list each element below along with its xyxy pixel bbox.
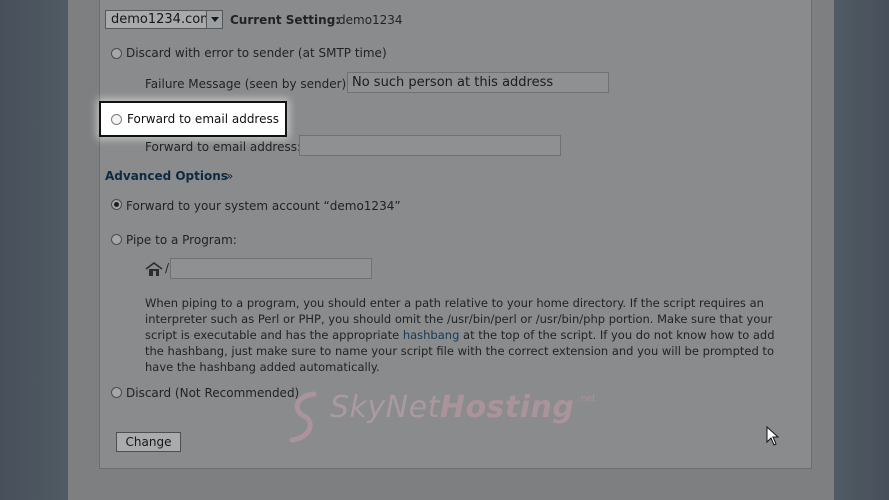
discard-error-label: Discard with error to sender (at SMTP ti… (126, 46, 387, 60)
pipe-program-input[interactable] (170, 258, 372, 279)
path-slash: / (165, 261, 170, 275)
failure-message-input[interactable]: No such person at this address (347, 72, 609, 93)
left-gutter (0, 0, 68, 500)
pipe-help-text: When piping to a program, you should ent… (145, 295, 775, 375)
hashbang-link[interactable]: hashbang (403, 328, 460, 342)
failure-message-value: No such person at this address (352, 75, 554, 90)
current-setting-label: Current Setting: (230, 13, 341, 27)
radio-pipe-program[interactable] (111, 234, 122, 245)
discard-label: Discard (Not Recommended) (126, 386, 300, 400)
radio-forward-system[interactable] (111, 199, 122, 210)
mouse-cursor-icon (766, 426, 780, 446)
domain-select-value: demo1234.com (111, 12, 213, 27)
watermark-text: SkyNetHosting (330, 390, 574, 425)
radio-discard[interactable] (111, 387, 122, 398)
radio-forward-email[interactable] (111, 114, 122, 125)
advanced-options-arrow: » (226, 169, 234, 183)
right-gutter (834, 0, 889, 500)
forward-email-field-label: Forward to email address: (145, 140, 302, 154)
failure-message-label: Failure Message (seen by sender): (145, 77, 351, 91)
watermark-text-light: SkyNet (330, 390, 440, 425)
chevron-down-icon[interactable] (206, 11, 222, 28)
domain-select[interactable]: demo1234.com (105, 10, 223, 29)
radio-discard-error[interactable] (111, 48, 122, 59)
watermark-swirl-icon (289, 391, 317, 443)
change-button[interactable]: Change (116, 432, 181, 452)
watermark-logo: SkyNetHosting .net (286, 388, 606, 448)
forward-system-label: Forward to your system account “demo1234… (126, 199, 401, 213)
watermark-text-bold: Hosting (439, 390, 575, 425)
current-setting-value: demo1234 (338, 13, 403, 27)
advanced-options-link[interactable]: Advanced Options (105, 169, 228, 183)
forward-email-input[interactable] (299, 135, 561, 156)
pipe-program-label: Pipe to a Program: (126, 233, 237, 247)
home-icon (145, 262, 163, 276)
forward-email-label: Forward to email address (127, 112, 279, 126)
forward-email-option-highlight[interactable]: Forward to email address (99, 101, 287, 137)
watermark-suffix: .net (578, 394, 596, 404)
